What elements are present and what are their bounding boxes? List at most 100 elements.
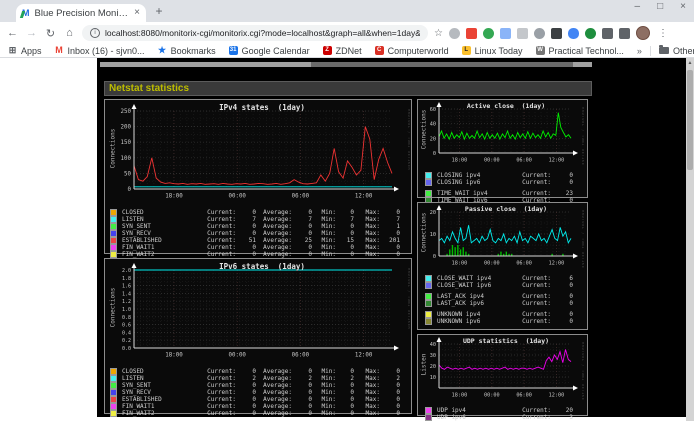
bookmark-item[interactable]: LLinux Today	[462, 46, 523, 56]
chart-legend: CLOSEDCurrent:0Average:0Min:0Max:0LISTEN…	[106, 367, 410, 417]
chart-ylabel: Connections	[421, 201, 428, 265]
color-swatch	[425, 414, 432, 421]
pages-ext-icon[interactable]	[500, 28, 511, 39]
legend-stat-value: 0	[338, 403, 354, 410]
url-bar[interactable]: i localhost:8080/monitorix-cgi/monitorix…	[82, 25, 428, 41]
legend-stat-label: Average:	[258, 375, 292, 382]
bookmark-item[interactable]: MInbox (16) - sjvn0...	[55, 46, 145, 56]
svg-text:1.8: 1.8	[122, 276, 131, 282]
passive-close-graph-panel[interactable]: Passive close (1day) Connections 0102018…	[417, 202, 588, 330]
svg-text:12:00: 12:00	[549, 158, 565, 164]
page-scrollbar[interactable]: ▲	[686, 58, 694, 421]
chart-canvas: 0102018:0000:0006:0012:00RRDTOOL / TOBI …	[419, 204, 586, 273]
legend-series-name: LAST_ACK ipv6	[437, 300, 513, 307]
svg-text:18:00: 18:00	[165, 353, 183, 359]
legend-stat-label: Min:	[314, 244, 336, 251]
svg-text:50: 50	[124, 171, 131, 177]
legend-stat-label: Min:	[314, 237, 336, 244]
svg-text:06:00: 06:00	[516, 158, 532, 164]
color-swatch	[110, 216, 117, 223]
blue-chat-ext-icon[interactable]	[568, 28, 579, 39]
color-swatch	[110, 230, 117, 237]
bookmark-favicon: Z	[323, 46, 332, 55]
bookmark-item[interactable]: ⊞Apps	[8, 46, 42, 56]
svg-text:06:00: 06:00	[516, 393, 532, 399]
svg-text:2.0: 2.0	[122, 268, 131, 274]
chart-plot: 020406018:0000:0006:0012:00RRDTOOL / TOB…	[419, 101, 584, 165]
svg-text:00:00: 00:00	[228, 353, 246, 359]
legend-stat-label: Average:	[258, 209, 292, 216]
legend-stat-label: Current:	[515, 293, 551, 300]
browser-tab[interactable]: M Blue Precision Monitorix ×	[16, 4, 146, 22]
legend-group: UNKNOWN ipv4Current:0UNKNOWN ipv6Current…	[425, 311, 586, 325]
back-icon[interactable]: ←	[6, 27, 19, 39]
dark-square-ext-icon[interactable]	[551, 28, 562, 39]
legend-row: CLOSE_WAIT ipv6Current:0	[425, 282, 586, 289]
other-bookmarks-label: Other bookmarks	[673, 46, 694, 56]
legend-stat-label: Average:	[258, 410, 292, 417]
bookmark-star-icon[interactable]: ☆	[434, 28, 443, 39]
reload-icon[interactable]: ↻	[44, 27, 57, 40]
chart-canvas: 05010015020025018:0000:0006:0012:00RRDTO…	[106, 101, 410, 208]
ipv4-states-graph-panel[interactable]: IPv4 states (1day) Connections 050100150…	[104, 99, 412, 254]
legend-stat-value: 2	[238, 375, 256, 382]
close-button[interactable]: ×	[680, 1, 686, 12]
legend-stat-value: 0	[294, 403, 312, 410]
browser-menu-icon[interactable]: ⋮	[656, 28, 670, 39]
svg-text:06:00: 06:00	[292, 353, 310, 359]
legend-stat-value: 7	[294, 216, 312, 223]
bookmark-item[interactable]: 31Google Calendar	[229, 46, 310, 56]
legend-series-name: SYN_RECV	[122, 230, 202, 237]
chart-ylabel: Connections	[421, 98, 428, 162]
bookmark-favicon: C	[375, 46, 384, 55]
svg-text:00:00: 00:00	[484, 158, 500, 164]
new-tab-button[interactable]: +	[152, 5, 166, 19]
legend-stat-label: Min:	[314, 389, 336, 396]
color-swatch	[425, 407, 432, 414]
legend-row: LAST_ACK ipv6Current:0	[425, 300, 586, 307]
tab-list-ext-icon[interactable]	[619, 28, 630, 39]
legend-row: FIN_WAIT2Current:0Average:0Min:0Max:0	[110, 251, 410, 258]
legend-row: CLOSE_WAIT ipv4Current:6	[425, 275, 586, 282]
bookmark-item[interactable]: WPractical Technol...	[536, 46, 624, 56]
other-bookmarks[interactable]: Other bookmarks	[659, 46, 694, 56]
bookmark-favicon: 31	[229, 46, 238, 55]
site-info-icon[interactable]: i	[90, 28, 100, 38]
legend-stat-value: 0	[238, 209, 256, 216]
svg-text:18:00: 18:00	[452, 261, 468, 267]
home-icon[interactable]: ⌂	[63, 27, 76, 39]
scrollbar-thumb[interactable]	[687, 70, 693, 170]
grey-card-ext-icon[interactable]	[517, 28, 528, 39]
gmail-ext-icon[interactable]	[466, 28, 477, 39]
pin-ext-icon[interactable]	[602, 28, 613, 39]
eye-ext-icon[interactable]	[534, 28, 545, 39]
active-close-graph-panel[interactable]: Active close (1day) Connections 02040601…	[417, 99, 588, 198]
divider	[650, 46, 651, 56]
chart-canvas: 0.00.20.40.60.81.01.21.41.61.82.018:0000…	[106, 260, 410, 367]
bookmark-item[interactable]: ZZDNet	[323, 46, 362, 56]
tab-close-icon[interactable]: ×	[134, 8, 140, 18]
section-header: Netstat statistics	[104, 81, 592, 96]
profile-avatar[interactable]	[636, 26, 650, 40]
bookmark-item[interactable]: CComputerworld	[375, 46, 449, 56]
legend-stat-value: 0	[238, 382, 256, 389]
green-globe-ext-icon[interactable]	[483, 28, 494, 39]
forward-icon[interactable]: →	[25, 27, 38, 39]
color-swatch	[425, 179, 432, 186]
green-circle-ext-icon[interactable]	[585, 28, 596, 39]
legend-stat-label: Current:	[515, 311, 551, 318]
scrollbar-up-arrow[interactable]: ▲	[686, 58, 694, 68]
bookmarks-overflow-chevron[interactable]: »	[637, 46, 642, 56]
minimize-button[interactable]: –	[635, 1, 641, 12]
legend-series-name: UDP ipv6	[437, 414, 513, 421]
search-ext-icon[interactable]	[449, 28, 460, 39]
maximize-button[interactable]: □	[657, 1, 663, 12]
udp-statistics-graph-panel[interactable]: UDP statistics (1day) Listen 1020304018:…	[417, 334, 588, 416]
legend-stat-value: 51	[238, 237, 256, 244]
legend-stat-label: Average:	[258, 223, 292, 230]
ipv6-states-graph-panel[interactable]: IPv6 states (1day) Connections 0.00.20.4…	[104, 258, 412, 414]
bookmark-item[interactable]: ★Bookmarks	[158, 46, 216, 56]
svg-text:RRDTOOL / TOBI OETIKER: RRDTOOL / TOBI OETIKER	[581, 107, 584, 165]
legend-series-name: ESTABLISHED	[122, 396, 202, 403]
chart-canvas: 020406018:0000:0006:0012:00RRDTOOL / TOB…	[419, 101, 586, 170]
